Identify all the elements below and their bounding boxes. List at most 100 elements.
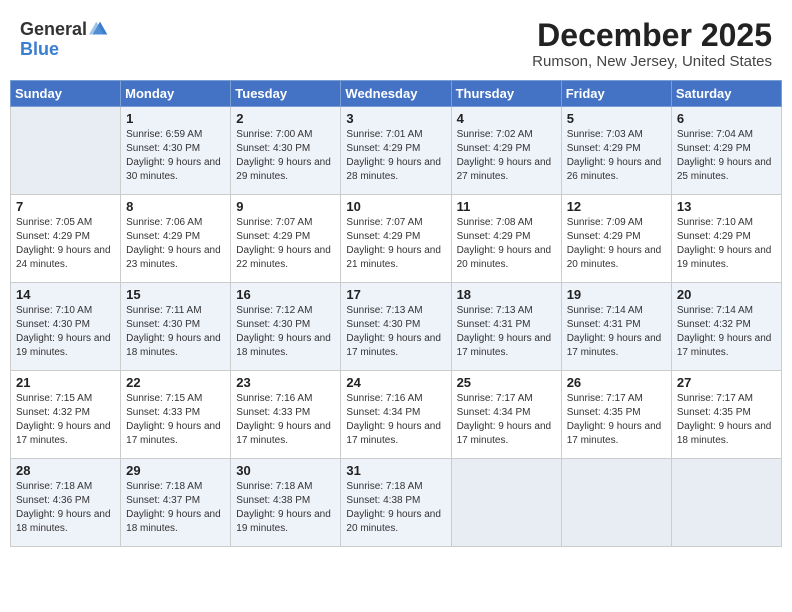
calendar-day-cell: 6Sunrise: 7:04 AMSunset: 4:29 PMDaylight… [671, 107, 781, 195]
calendar-day-cell [561, 459, 671, 547]
calendar-day-cell: 4Sunrise: 7:02 AMSunset: 4:29 PMDaylight… [451, 107, 561, 195]
day-info: Sunrise: 7:02 AMSunset: 4:29 PMDaylight:… [457, 128, 556, 184]
day-info: Sunrise: 7:07 AMSunset: 4:29 PMDaylight:… [346, 216, 445, 272]
day-info: Sunrise: 7:16 AMSunset: 4:33 PMDaylight:… [236, 392, 335, 448]
day-of-week-header: Monday [121, 81, 231, 107]
day-number: 24 [346, 375, 445, 390]
logo: General Blue [20, 18, 111, 60]
calendar-day-cell [451, 459, 561, 547]
calendar-day-cell: 30 Sunrise: 7:18 AMSunset: 4:38 PMDayligh… [231, 459, 341, 547]
calendar-day-cell: 17 Sunrise: 7:13 AMSunset: 4:30 PMDayligh… [341, 283, 451, 371]
day-number: 19 [567, 287, 666, 302]
day-number: 11 [457, 199, 556, 214]
calendar-day-cell: 12 Sunrise: 7:09 AMSunset: 4:29 PMDayligh… [561, 195, 671, 283]
day-number: 25 [457, 375, 556, 390]
day-info: Sunrise: 7:01 AMSunset: 4:29 PMDaylight:… [346, 128, 445, 184]
day-info: Sunrise: 7:11 AMSunset: 4:30 PMDaylight:… [126, 304, 225, 360]
calendar-week-row: 7 Sunrise: 7:05 AMSunset: 4:29 PMDaylight… [11, 195, 782, 283]
calendar-day-cell: 29Sunrise: 7:18 AMSunset: 4:37 PMDayligh… [121, 459, 231, 547]
calendar-day-cell: 10 Sunrise: 7:07 AMSunset: 4:29 PMDayligh… [341, 195, 451, 283]
day-info: Sunrise: 7:06 AMSunset: 4:29 PMDaylight:… [126, 216, 225, 272]
day-info: Sunrise: 7:00 AMSunset: 4:30 PMDaylight:… [236, 128, 335, 184]
day-number: 22 [126, 375, 225, 390]
calendar-day-cell: 7 Sunrise: 7:05 AMSunset: 4:29 PMDaylight… [11, 195, 121, 283]
calendar-day-cell: 1 Sunrise: 6:59 AMSunset: 4:30 PMDaylight… [121, 107, 231, 195]
calendar-day-cell: 26Sunrise: 7:17 AMSunset: 4:35 PMDayligh… [561, 371, 671, 459]
calendar-day-cell [671, 459, 781, 547]
calendar-day-cell: 13 Sunrise: 7:10 AMSunset: 4:29 PMDayligh… [671, 195, 781, 283]
calendar-day-cell: 16 Sunrise: 7:12 AMSunset: 4:30 PMDayligh… [231, 283, 341, 371]
calendar-day-cell: 11 Sunrise: 7:08 AMSunset: 4:29 PMDayligh… [451, 195, 561, 283]
day-number: 2 [236, 111, 335, 126]
day-number: 9 [236, 199, 335, 214]
day-number: 8 [126, 199, 225, 214]
calendar-day-cell: 2 Sunrise: 7:00 AMSunset: 4:30 PMDaylight… [231, 107, 341, 195]
calendar-day-cell: 3 Sunrise: 7:01 AMSunset: 4:29 PMDaylight… [341, 107, 451, 195]
day-info: Sunrise: 7:10 AMSunset: 4:30 PMDaylight:… [16, 304, 115, 360]
logo-blue-text: Blue [20, 39, 59, 59]
day-number: 12 [567, 199, 666, 214]
day-number: 17 [346, 287, 445, 302]
day-number: 1 [126, 111, 225, 126]
day-info: Sunrise: 7:13 AMSunset: 4:31 PMDaylight:… [457, 304, 556, 360]
day-info: Sunrise: 7:14 AMSunset: 4:31 PMDaylight:… [567, 304, 666, 360]
day-info: Sunrise: 7:15 AMSunset: 4:32 PMDaylight:… [16, 392, 115, 448]
day-info: Sunrise: 7:17 AMSunset: 4:34 PMDaylight:… [457, 392, 556, 448]
day-info: Sunrise: 7:12 AMSunset: 4:30 PMDaylight:… [236, 304, 335, 360]
calendar-week-row: 14 Sunrise: 7:10 AMSunset: 4:30 PMDayligh… [11, 283, 782, 371]
day-info: Sunrise: 7:18 AMSunset: 4:38 PMDaylight:… [346, 480, 445, 536]
day-number: 26 [567, 375, 666, 390]
logo-general-text: General [20, 20, 87, 38]
day-of-week-header: Sunday [11, 81, 121, 107]
calendar-day-cell: 9 Sunrise: 7:07 AMSunset: 4:29 PMDaylight… [231, 195, 341, 283]
calendar-day-cell: 18Sunrise: 7:13 AMSunset: 4:31 PMDayligh… [451, 283, 561, 371]
day-info: Sunrise: 7:07 AMSunset: 4:29 PMDaylight:… [236, 216, 335, 272]
day-of-week-header: Thursday [451, 81, 561, 107]
day-info: Sunrise: 6:59 AMSunset: 4:30 PMDaylight:… [126, 128, 225, 184]
day-info: Sunrise: 7:10 AMSunset: 4:29 PMDaylight:… [677, 216, 776, 272]
month-title: December 2025 [532, 18, 772, 53]
day-number: 30 [236, 463, 335, 478]
day-number: 7 [16, 199, 115, 214]
location-title: Rumson, New Jersey, United States [532, 53, 772, 70]
day-number: 13 [677, 199, 776, 214]
day-number: 29 [126, 463, 225, 478]
day-number: 20 [677, 287, 776, 302]
day-number: 10 [346, 199, 445, 214]
day-number: 15 [126, 287, 225, 302]
calendar-day-cell: 22Sunrise: 7:15 AMSunset: 4:33 PMDayligh… [121, 371, 231, 459]
calendar-day-cell: 19 Sunrise: 7:14 AMSunset: 4:31 PMDayligh… [561, 283, 671, 371]
day-info: Sunrise: 7:18 AMSunset: 4:38 PMDaylight:… [236, 480, 335, 536]
title-block: December 2025 Rumson, New Jersey, United… [532, 18, 772, 70]
day-number: 16 [236, 287, 335, 302]
calendar-day-cell: 31 Sunrise: 7:18 AMSunset: 4:38 PMDayligh… [341, 459, 451, 547]
day-info: Sunrise: 7:04 AMSunset: 4:29 PMDaylight:… [677, 128, 776, 184]
day-number: 31 [346, 463, 445, 478]
day-of-week-header: Wednesday [341, 81, 451, 107]
day-info: Sunrise: 7:13 AMSunset: 4:30 PMDaylight:… [346, 304, 445, 360]
calendar-day-cell: 8 Sunrise: 7:06 AMSunset: 4:29 PMDaylight… [121, 195, 231, 283]
day-number: 14 [16, 287, 115, 302]
day-info: Sunrise: 7:03 AMSunset: 4:29 PMDaylight:… [567, 128, 666, 184]
calendar: SundayMondayTuesdayWednesdayThursdayFrid… [10, 80, 782, 547]
day-number: 5 [567, 111, 666, 126]
day-info: Sunrise: 7:18 AMSunset: 4:36 PMDaylight:… [16, 480, 115, 536]
day-info: Sunrise: 7:05 AMSunset: 4:29 PMDaylight:… [16, 216, 115, 272]
day-info: Sunrise: 7:08 AMSunset: 4:29 PMDaylight:… [457, 216, 556, 272]
calendar-day-cell: 14 Sunrise: 7:10 AMSunset: 4:30 PMDayligh… [11, 283, 121, 371]
calendar-day-cell: 20Sunrise: 7:14 AMSunset: 4:32 PMDayligh… [671, 283, 781, 371]
calendar-week-row: 1 Sunrise: 6:59 AMSunset: 4:30 PMDaylight… [11, 107, 782, 195]
calendar-day-cell: 24 Sunrise: 7:16 AMSunset: 4:34 PMDayligh… [341, 371, 451, 459]
calendar-day-cell: 21Sunrise: 7:15 AMSunset: 4:32 PMDayligh… [11, 371, 121, 459]
day-number: 3 [346, 111, 445, 126]
calendar-week-row: 28Sunrise: 7:18 AMSunset: 4:36 PMDayligh… [11, 459, 782, 547]
day-info: Sunrise: 7:17 AMSunset: 4:35 PMDaylight:… [677, 392, 776, 448]
calendar-week-row: 21Sunrise: 7:15 AMSunset: 4:32 PMDayligh… [11, 371, 782, 459]
day-number: 27 [677, 375, 776, 390]
day-info: Sunrise: 7:09 AMSunset: 4:29 PMDaylight:… [567, 216, 666, 272]
header: General Blue December 2025 Rumson, New J… [10, 10, 782, 74]
day-of-week-header: Tuesday [231, 81, 341, 107]
day-number: 23 [236, 375, 335, 390]
calendar-day-cell: 5 Sunrise: 7:03 AMSunset: 4:29 PMDaylight… [561, 107, 671, 195]
day-info: Sunrise: 7:16 AMSunset: 4:34 PMDaylight:… [346, 392, 445, 448]
